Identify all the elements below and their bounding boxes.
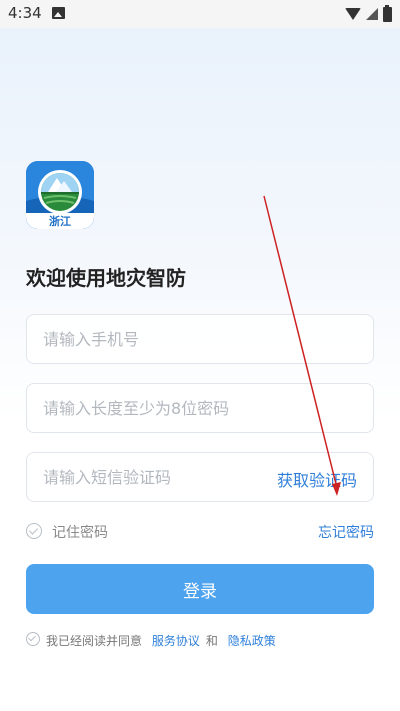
password-input[interactable] (43, 384, 343, 432)
signal-icon (366, 8, 378, 20)
app-logo: 浙江 (26, 161, 94, 229)
agreement-text: 我已经阅读并同意 服务协议和 隐私政策 (46, 632, 282, 649)
image-notification-icon (52, 7, 65, 19)
service-agreement-link[interactable]: 服务协议 (152, 634, 200, 648)
battery-icon (383, 4, 392, 22)
agreement-check-icon[interactable] (26, 632, 40, 646)
privacy-policy-link[interactable]: 隐私政策 (228, 634, 276, 648)
status-bar: 4:34 (0, 0, 400, 28)
remember-label: 记住密码 (52, 525, 108, 541)
wifi-icon (345, 8, 361, 20)
password-field[interactable] (26, 383, 374, 433)
agreement-row: 我已经阅读并同意 服务协议和 隐私政策 (26, 631, 386, 649)
logo-text: 浙江 (49, 214, 71, 228)
app-logo-emblem-icon: 浙江 (26, 161, 94, 229)
remember-check-icon[interactable] (26, 523, 42, 539)
status-time: 4:34 (8, 4, 42, 22)
phone-field[interactable] (26, 314, 374, 364)
sms-code-input[interactable] (43, 453, 263, 501)
get-code-button[interactable]: 获取验证码 (277, 467, 357, 491)
status-icons (345, 4, 392, 23)
login-button[interactable]: 登录 (26, 564, 374, 614)
phone-input[interactable] (43, 315, 343, 363)
agreement-and: 和 (205, 634, 218, 648)
login-button-label: 登录 (183, 581, 217, 602)
page-title: 欢迎使用地灾智防 (26, 266, 186, 290)
agreement-prefix: 我已经阅读并同意 (46, 634, 143, 648)
forgot-password-link[interactable]: 忘记密码 (318, 522, 374, 542)
sms-code-field[interactable]: 获取验证码 (26, 452, 374, 502)
